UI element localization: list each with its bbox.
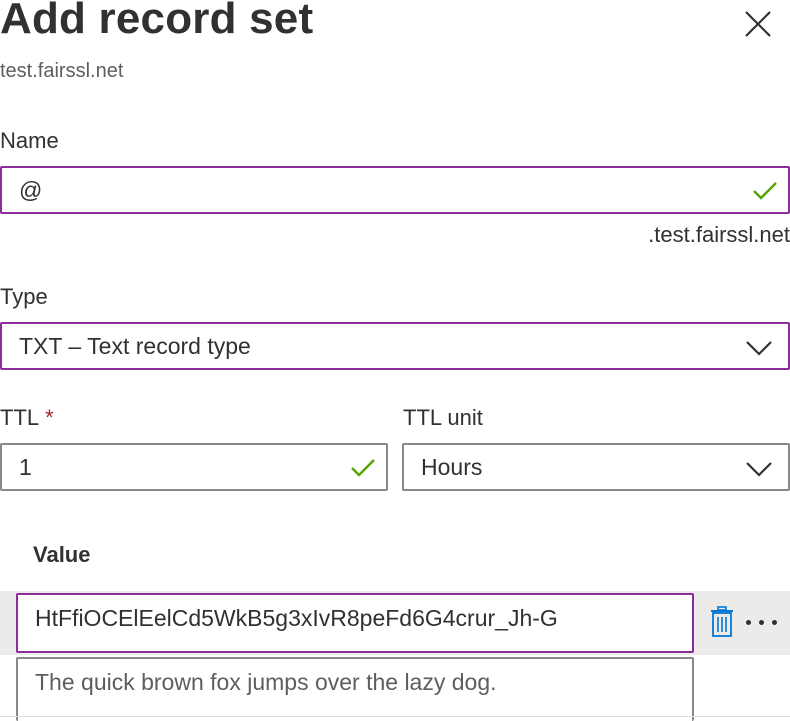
page-title: Add record set	[0, 0, 314, 43]
ttl-input[interactable]: 1	[0, 443, 388, 491]
ttl-label: TTL *	[0, 405, 54, 431]
more-dot-icon	[746, 620, 751, 625]
more-options-button[interactable]	[744, 610, 784, 636]
valid-check-icon	[753, 182, 777, 200]
name-input[interactable]: @	[0, 166, 790, 214]
delete-row-button[interactable]	[709, 606, 735, 643]
new-value-input[interactable]: The quick brown fox jumps over the lazy …	[16, 657, 694, 721]
type-label: Type	[0, 284, 48, 309]
name-label: Name	[0, 128, 59, 153]
close-button[interactable]	[740, 6, 776, 42]
ttl-label-text: TTL	[0, 405, 40, 430]
value-input-text: HtFfiOCElEelCd5WkB5g3xIvR8peFd6G4crur_Jh…	[35, 605, 558, 631]
name-suffix: .test.fairssl.net	[648, 222, 790, 247]
ttl-unit-dropdown[interactable]: Hours	[402, 443, 790, 491]
ttl-unit-label: TTL unit	[403, 405, 483, 430]
more-dot-icon	[772, 620, 777, 625]
value-column-header: Value	[33, 542, 91, 567]
trash-icon	[711, 606, 733, 637]
chevron-down-icon	[746, 341, 772, 356]
ttl-unit-value: Hours	[421, 453, 483, 480]
type-dropdown-value: TXT – Text record type	[19, 332, 251, 359]
name-input-value: @	[19, 176, 43, 203]
close-icon	[745, 11, 771, 37]
value-input[interactable]: HtFfiOCElEelCd5WkB5g3xIvR8peFd6G4crur_Jh…	[16, 593, 694, 653]
divider	[0, 716, 790, 717]
chevron-down-icon	[746, 462, 772, 477]
valid-check-icon	[351, 459, 375, 477]
type-dropdown[interactable]: TXT – Text record type	[0, 322, 790, 370]
new-value-input-text: The quick brown fox jumps over the lazy …	[35, 669, 497, 695]
more-dot-icon	[759, 620, 764, 625]
page-subtitle: test.fairssl.net	[0, 60, 124, 82]
required-marker: *	[45, 405, 54, 430]
add-record-set-panel: Add record set test.fairssl.net Name @ .…	[0, 0, 790, 721]
ttl-input-value: 1	[19, 453, 32, 480]
